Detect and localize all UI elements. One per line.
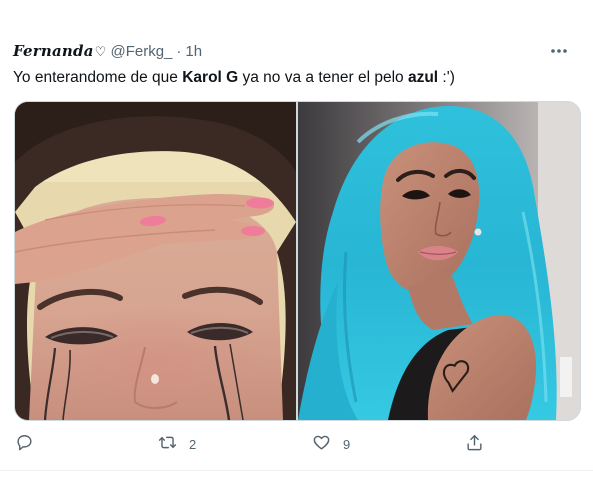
name-heart-glyph: ♡ <box>94 45 107 60</box>
tweet-text-part: Yo enterandome de que <box>13 69 183 86</box>
more-options-icon[interactable] <box>549 41 569 61</box>
reply-button[interactable] <box>15 432 34 456</box>
tweet-header: Fernanda♡ @Ferkg_ · 1h <box>13 40 583 62</box>
tweet-text-bold: Karol G <box>182 69 239 86</box>
separator-dot: · <box>176 42 182 60</box>
retweet-icon <box>158 433 177 455</box>
display-name[interactable]: Fernanda♡ <box>13 42 106 60</box>
media-photo-blue-hair[interactable] <box>298 102 580 420</box>
tweet-divider <box>0 470 593 471</box>
heart-icon <box>312 433 331 455</box>
media-photo-crying[interactable] <box>15 102 296 420</box>
display-name-text[interactable]: Fernanda <box>13 42 94 60</box>
retweet-count: 2 <box>189 436 197 452</box>
tweet-actions: 2 9 <box>14 432 579 456</box>
timestamp[interactable]: 1h <box>185 43 202 60</box>
like-button[interactable]: 9 <box>312 432 350 456</box>
like-count: 9 <box>343 436 351 452</box>
share-button[interactable] <box>465 432 484 456</box>
tweet-text-bold: azul <box>407 69 439 86</box>
tweet-text-part: :') <box>438 69 455 86</box>
retweet-button[interactable]: 2 <box>158 432 196 456</box>
tweet[interactable]: Fernanda♡ @Ferkg_ · 1h Yo enterandome de… <box>0 0 593 485</box>
user-handle[interactable]: @Ferkg_ <box>110 43 172 60</box>
tweet-text-part: ya no va a tener el pelo <box>238 69 408 86</box>
reply-icon <box>15 433 34 455</box>
tweet-text: Yo enterandome de que Karol G ya no va a… <box>13 68 583 88</box>
share-icon <box>465 433 484 455</box>
media-grid <box>14 101 581 421</box>
